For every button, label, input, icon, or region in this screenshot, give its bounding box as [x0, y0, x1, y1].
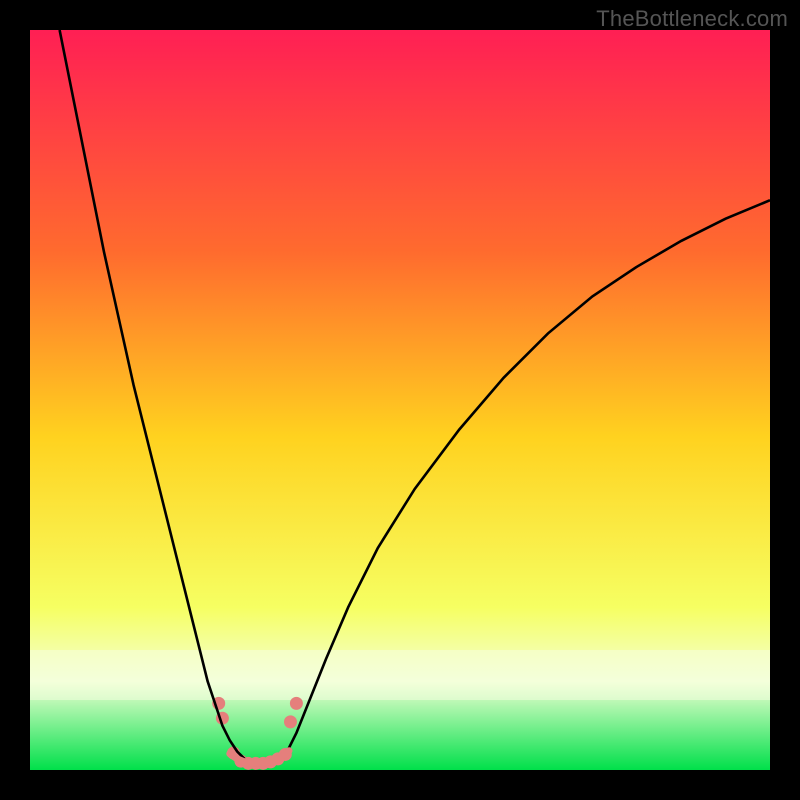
chart-svg	[30, 30, 770, 770]
data-marker	[284, 715, 297, 728]
watermark-text: TheBottleneck.com	[596, 6, 788, 32]
chart-frame: TheBottleneck.com	[0, 0, 800, 800]
pale-band	[30, 650, 770, 700]
data-marker	[290, 697, 303, 710]
plot-area	[30, 30, 770, 770]
